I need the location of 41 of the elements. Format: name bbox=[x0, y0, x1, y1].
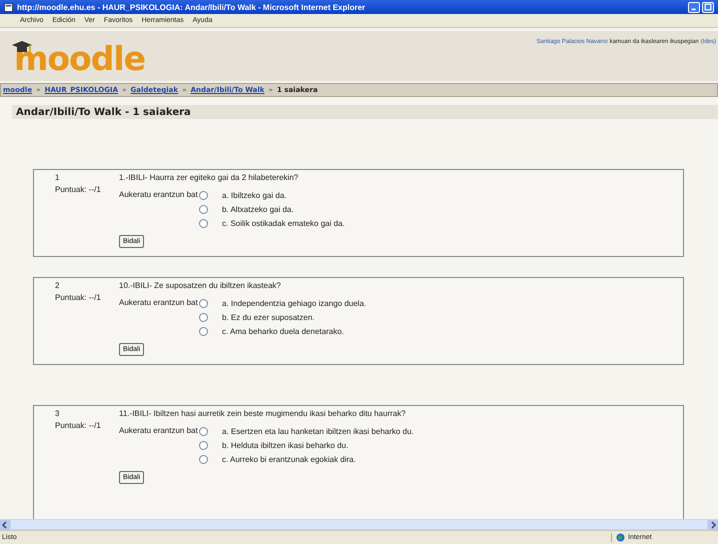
question-points: Puntuak: --/1 bbox=[55, 293, 102, 302]
radio-button[interactable] bbox=[199, 298, 208, 308]
answer-prompt: Aukeratu erantzun bat bbox=[119, 426, 199, 437]
question-number: 1 bbox=[55, 173, 60, 182]
radio-button[interactable] bbox=[199, 426, 208, 436]
moodle-logo: moodle bbox=[14, 38, 146, 80]
radio-button[interactable] bbox=[199, 440, 208, 450]
question-number: 3 bbox=[55, 409, 60, 418]
page-heading: Andar/Ibili/To Walk - 1 saiakera bbox=[16, 106, 191, 118]
radio-button[interactable] bbox=[199, 190, 208, 200]
answer-option: b. Helduta ibiltzen ikasi beharko du. bbox=[222, 440, 348, 450]
answer-option: a. Ibiltzeko gai da. bbox=[222, 190, 286, 200]
answer-option: b. Altxatzeko gai da. bbox=[222, 204, 294, 214]
globe-icon bbox=[616, 533, 625, 542]
answer-option: c. Aurreko bi erantzunak egokiak dira. bbox=[222, 454, 356, 464]
question-points: Puntuak: --/1 bbox=[55, 421, 102, 430]
maximize-button[interactable] bbox=[702, 2, 714, 12]
browser-icon bbox=[4, 2, 13, 12]
radio-button[interactable] bbox=[199, 218, 208, 228]
radio-button[interactable] bbox=[199, 312, 208, 322]
question-text: 10.-IBILI- Ze suposatzen du ibiltzen ikasteak? bbox=[119, 281, 281, 292]
question-points: Puntuak: --/1 bbox=[55, 185, 102, 194]
answer-option: c. Ama beharko duela denetarako. bbox=[222, 326, 344, 336]
minimize-button[interactable] bbox=[688, 2, 700, 12]
answer-option: a. Esertzen eta lau hanketan ibiltzen ikasi beharko du. bbox=[222, 426, 414, 436]
answer-option: c. Soilik ostikadak emateko gai da. bbox=[222, 218, 345, 228]
scroll-left-icon[interactable] bbox=[0, 520, 10, 530]
answer-option: a. Independentzia gehiago izango duela. bbox=[222, 298, 366, 308]
question-text: 11.-IBILI- Ibiltzen hasi aurretik zein beste mugimendu ikasi beharko ditu haurrak? bbox=[119, 409, 406, 420]
question-number: 2 bbox=[55, 281, 60, 290]
question-text: 1.-IBILI- Haurra zer egiteko gai da 2 hilabeterekin? bbox=[119, 173, 298, 184]
horizontal-scrollbar[interactable] bbox=[0, 519, 718, 530]
radio-button[interactable] bbox=[199, 326, 208, 336]
answer-option: b. Ez du ezer suposatzen. bbox=[222, 312, 314, 322]
scroll-right-icon[interactable] bbox=[708, 520, 718, 530]
maximize-icon bbox=[704, 3, 712, 11]
radio-button[interactable] bbox=[199, 454, 208, 464]
window-title: http://moodle.ehu.es - HAUR_PSIKOLOGIA: Andar/Ibili/To Walk - Microsoft Internet Explorer bbox=[17, 2, 366, 12]
answer-prompt: Aukeratu erantzun bat bbox=[119, 298, 199, 309]
answer-prompt: Aukeratu erantzun bat bbox=[119, 190, 199, 201]
radio-button[interactable] bbox=[199, 204, 208, 214]
